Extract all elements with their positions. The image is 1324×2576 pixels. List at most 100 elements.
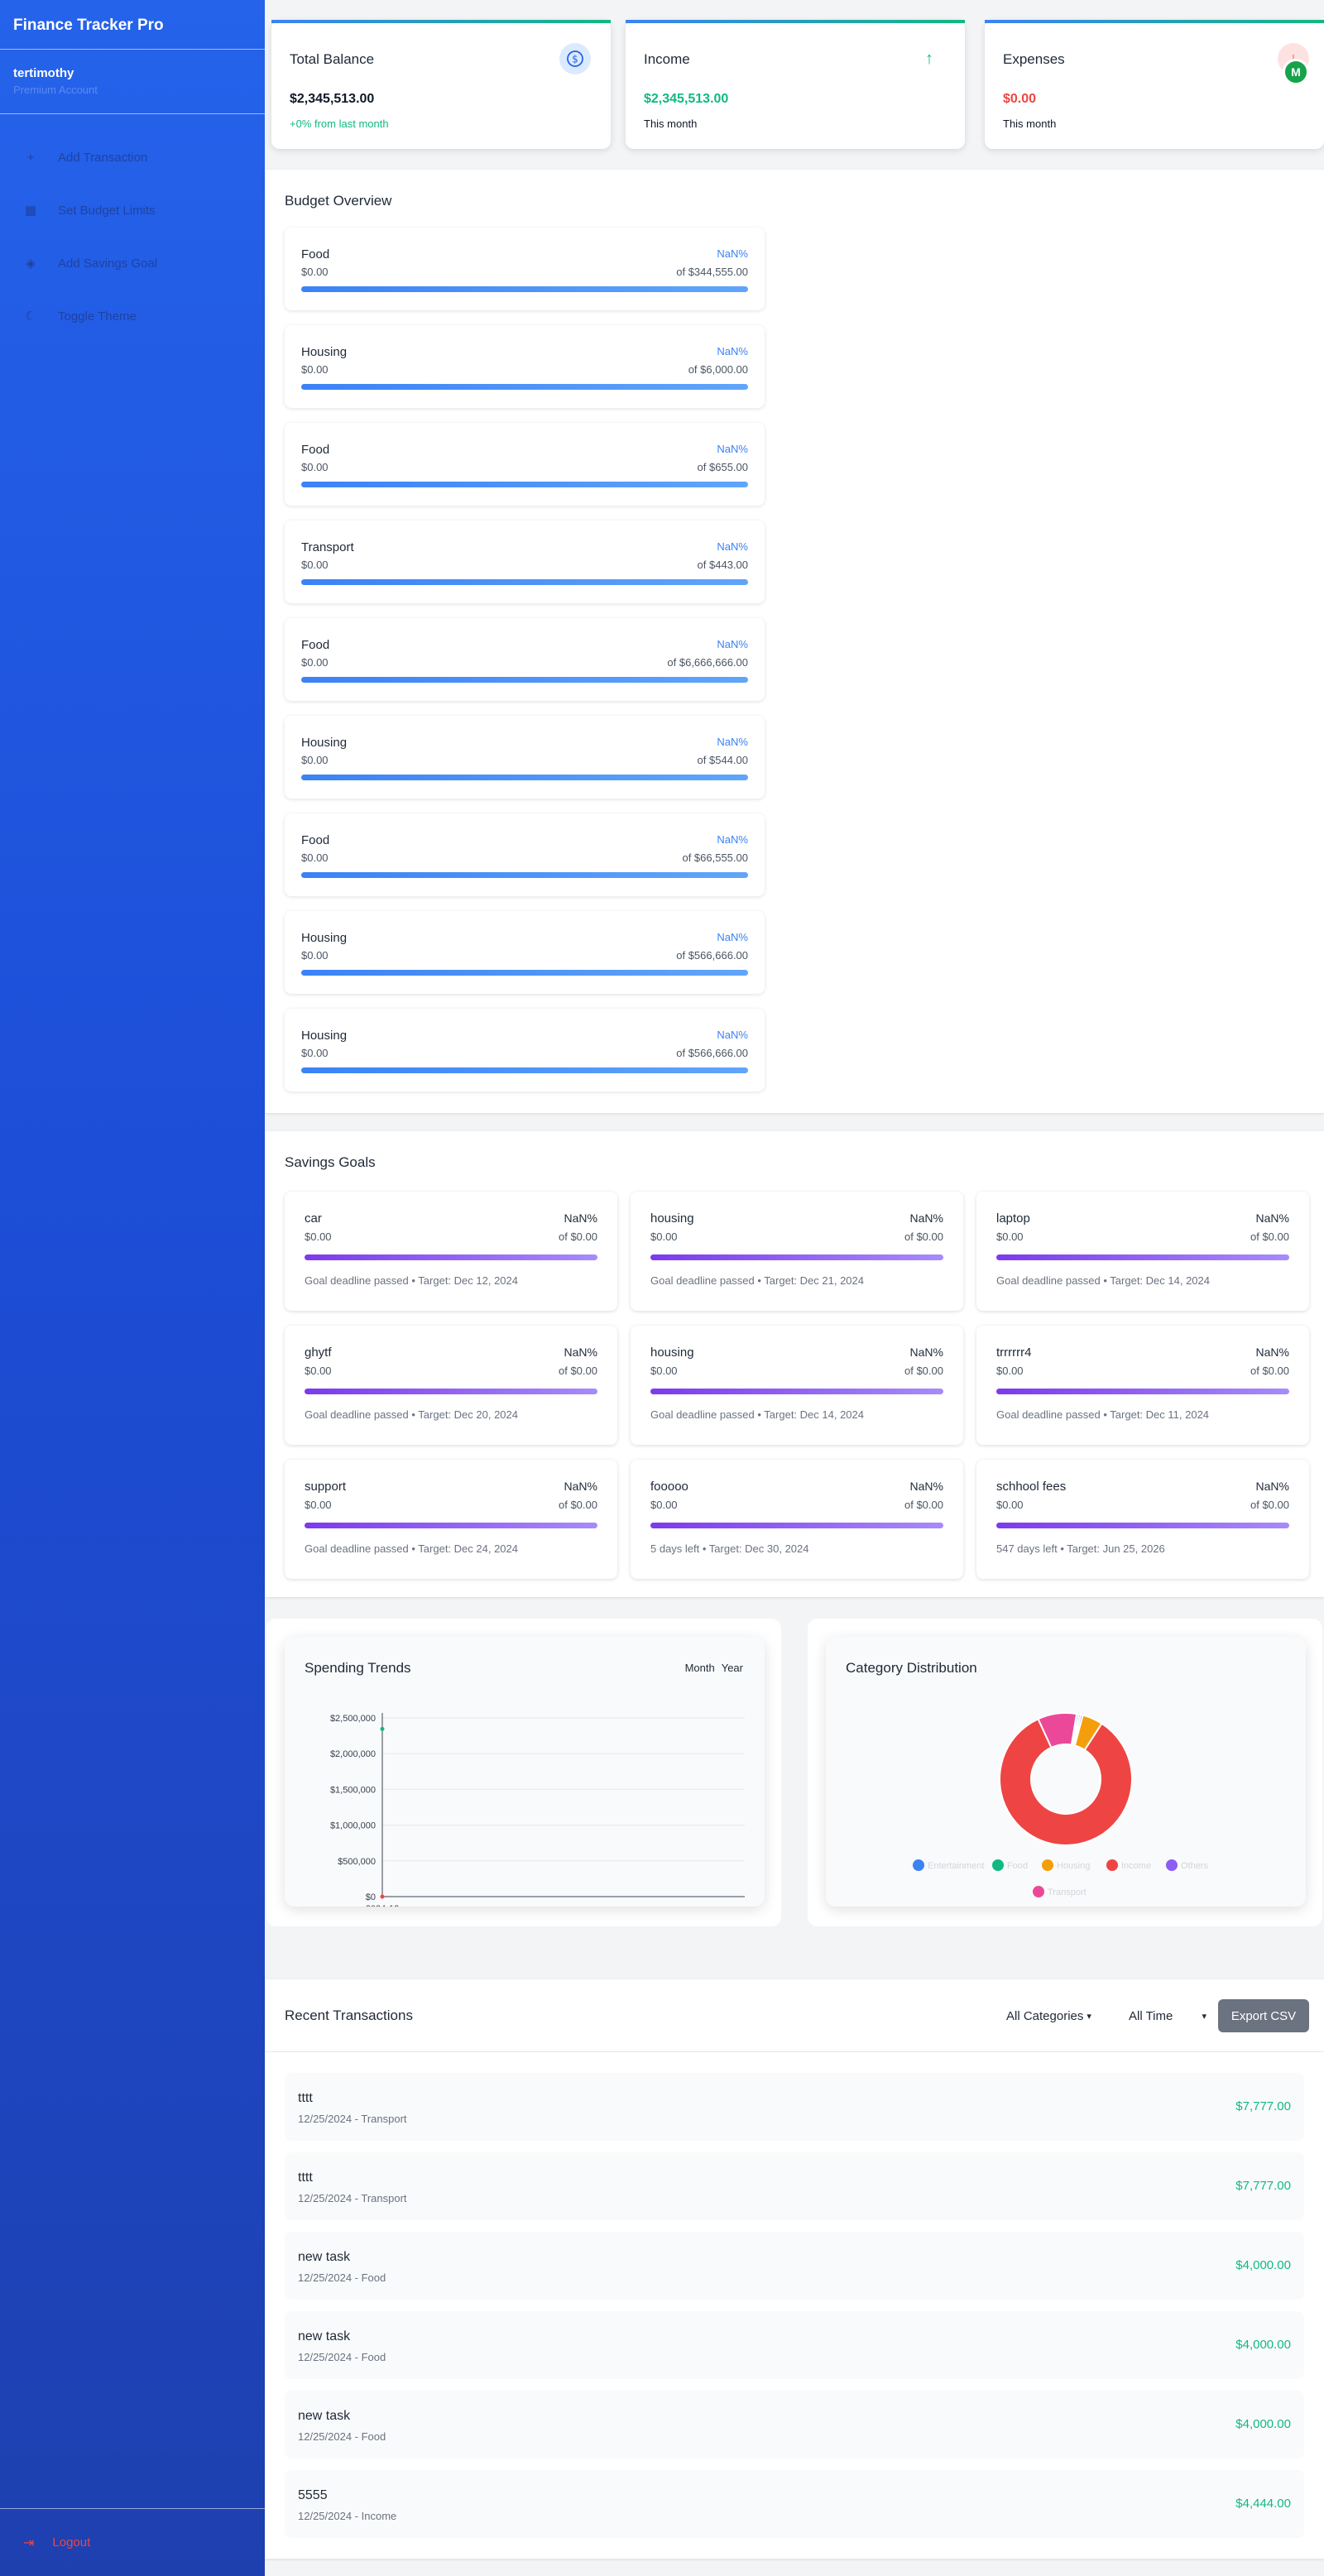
transaction-meta: 12/25/2024 - Food — [298, 2271, 386, 2284]
legend-label: Others — [1181, 1861, 1209, 1871]
goal-target: of $0.00 — [904, 1365, 943, 1377]
budget-category: Food — [301, 247, 330, 261]
goal-progress-bar — [305, 1523, 597, 1528]
export-csv-button[interactable]: Export CSV — [1218, 1999, 1309, 2032]
savings-goal-card: trrrrrr4 NaN% $0.00 of $0.00 Goal deadline p… — [976, 1326, 1309, 1445]
legend-marker — [1166, 1859, 1178, 1871]
transaction-row[interactable]: new task 12/25/2024 - Food $4,000.00 — [285, 2232, 1304, 2300]
goal-target: of $0.00 — [904, 1230, 943, 1243]
dollar-icon: $ — [559, 43, 591, 74]
goal-target: of $0.00 — [559, 1499, 597, 1511]
transaction-meta: 12/25/2024 - Transport — [298, 2113, 407, 2125]
transaction-meta: 12/25/2024 - Transport — [298, 2192, 407, 2204]
goal-status: 547 days left • Target: Jun 25, 2026 — [996, 1542, 1165, 1555]
goal-saved: $0.00 — [650, 1230, 678, 1243]
goal-status: Goal deadline passed • Target: Dec 20, 2… — [305, 1408, 518, 1421]
budget-category: Housing — [301, 931, 348, 945]
budget-spent: $0.00 — [301, 461, 329, 473]
budget-percent: NaN% — [717, 345, 748, 357]
budget-limit: of $566,666.00 — [676, 1047, 748, 1059]
goal-name: fooooo — [650, 1480, 688, 1494]
transaction-row[interactable]: tttt 12/25/2024 - Transport $7,777.00 — [285, 2073, 1304, 2141]
menu-item-label: Toggle Theme — [58, 309, 137, 324]
card-subtext: This month — [1003, 118, 1057, 130]
toggle-theme-button[interactable]: ☾ Toggle Theme — [0, 290, 265, 343]
budget-limit: of $6,000.00 — [688, 363, 748, 376]
card-subtext: This month — [644, 118, 698, 130]
savings-goal-card: laptop NaN% $0.00 of $0.00 Goal deadline pas… — [976, 1192, 1309, 1311]
goal-saved: $0.00 — [650, 1499, 678, 1511]
section-title: Savings Goals — [285, 1154, 376, 1170]
sidebar-menu: + Add Transaction ▦ Set Budget Limits ◈ … — [0, 114, 265, 343]
legend-label: Income — [1121, 1861, 1151, 1871]
set-budget-limits-button[interactable]: ▦ Set Budget Limits — [0, 184, 265, 237]
income-card: Income ↑ $2,345,513.00 This month — [626, 20, 965, 149]
x-tick-label: 2024-12 — [366, 1904, 399, 1907]
app-title: Finance Tracker Pro — [0, 0, 265, 50]
budget-item: Housing NaN% $0.00 of $6,000.00 — [285, 325, 765, 408]
budget-percent: NaN% — [717, 443, 748, 455]
menu-item-label: Set Budget Limits — [58, 203, 156, 218]
budget-limit: of $344,555.00 — [676, 266, 748, 278]
budget-category: Housing — [301, 1029, 348, 1043]
transaction-amount: $7,777.00 — [1235, 2099, 1291, 2113]
transaction-amount: $4,444.00 — [1235, 2497, 1291, 2511]
transaction-meta: 12/25/2024 - Income — [298, 2510, 397, 2522]
legend-label: Transport — [1048, 1888, 1087, 1897]
budget-spent: $0.00 — [301, 266, 329, 278]
transaction-row[interactable]: new task 12/25/2024 - Food $4,000.00 — [285, 2311, 1304, 2379]
goal-saved: $0.00 — [996, 1365, 1024, 1377]
budget-item: Food NaN% $0.00 of $655.00 — [285, 423, 765, 506]
budget-limit: of $655.00 — [697, 461, 748, 473]
goal-status: Goal deadline passed • Target: Dec 11, 2… — [996, 1408, 1210, 1421]
transaction-meta: 12/25/2024 - Food — [298, 2351, 386, 2363]
card-title: Expenses — [1003, 51, 1065, 67]
transaction-row[interactable]: 5555 12/25/2024 - Income $4,444.00 — [285, 2470, 1304, 2538]
category-filter-value: All Categories — [1006, 2008, 1084, 2023]
goal-percent: NaN% — [1255, 1211, 1289, 1225]
goal-saved: $0.00 — [305, 1230, 332, 1243]
legend-marker — [1106, 1859, 1118, 1871]
target-icon: ◈ — [26, 257, 36, 271]
category-distribution-chart: Entertainment Food Housing Income Others Tran… — [913, 1712, 1209, 1897]
goal-saved: $0.00 — [996, 1499, 1024, 1511]
transaction-row[interactable]: new task 12/25/2024 - Food $4,000.00 — [285, 2391, 1304, 2458]
goal-percent: NaN% — [564, 1480, 597, 1493]
budget-progress-bar — [301, 775, 748, 780]
calculator-icon: ▦ — [24, 204, 37, 218]
total-balance-card: Total Balance $ $2,345,513.00 +0% from l… — [271, 20, 611, 149]
goal-percent: NaN% — [1255, 1480, 1289, 1493]
data-point — [380, 1726, 385, 1731]
budget-percent: NaN% — [717, 638, 748, 650]
goal-progress-bar — [996, 1254, 1289, 1260]
goal-name: schhool fees — [996, 1480, 1067, 1494]
add-savings-goal-button[interactable]: ◈ Add Savings Goal — [0, 237, 265, 290]
goal-progress-bar — [305, 1254, 597, 1260]
goal-target: of $0.00 — [559, 1230, 597, 1243]
y-tick-label: $500,000 — [338, 1857, 376, 1867]
goal-progress-bar — [996, 1523, 1289, 1528]
budget-limit: of $6,666,666.00 — [667, 656, 748, 669]
avatar[interactable]: M — [1283, 59, 1309, 85]
savings-goal-card: support NaN% $0.00 of $0.00 Goal deadline pa… — [285, 1460, 617, 1579]
logout-button[interactable]: ⇥ Logout — [0, 2508, 265, 2576]
goal-target: of $0.00 — [559, 1365, 597, 1377]
budget-progress-bar — [301, 384, 748, 390]
time-filter-select[interactable]: All Time ▾ — [1119, 2009, 1211, 2023]
user-name: tertimothy — [13, 66, 74, 80]
goal-status: Goal deadline passed • Target: Dec 12, 2… — [305, 1274, 518, 1287]
budget-category: Food — [301, 638, 330, 652]
budget-limit: of $66,555.00 — [682, 851, 748, 864]
card-title: Total Balance — [290, 51, 375, 67]
goal-progress-bar — [305, 1389, 597, 1394]
menu-item-label: Add Transaction — [58, 150, 148, 165]
budget-item: Housing NaN% $0.00 of $544.00 — [285, 716, 765, 799]
savings-goal-card: car NaN% $0.00 of $0.00 Goal deadline passed… — [285, 1192, 617, 1311]
transaction-row[interactable]: tttt 12/25/2024 - Transport $7,777.00 — [285, 2152, 1304, 2220]
category-filter-select[interactable]: All Categories ▾ — [1006, 2009, 1112, 2023]
goal-progress-bar — [996, 1389, 1289, 1394]
add-transaction-button[interactable]: + Add Transaction — [0, 131, 265, 184]
savings-goal-card: housing NaN% $0.00 of $0.00 Goal deadline pa… — [631, 1192, 963, 1311]
budget-progress-bar — [301, 677, 748, 683]
goal-progress-bar — [650, 1523, 943, 1528]
